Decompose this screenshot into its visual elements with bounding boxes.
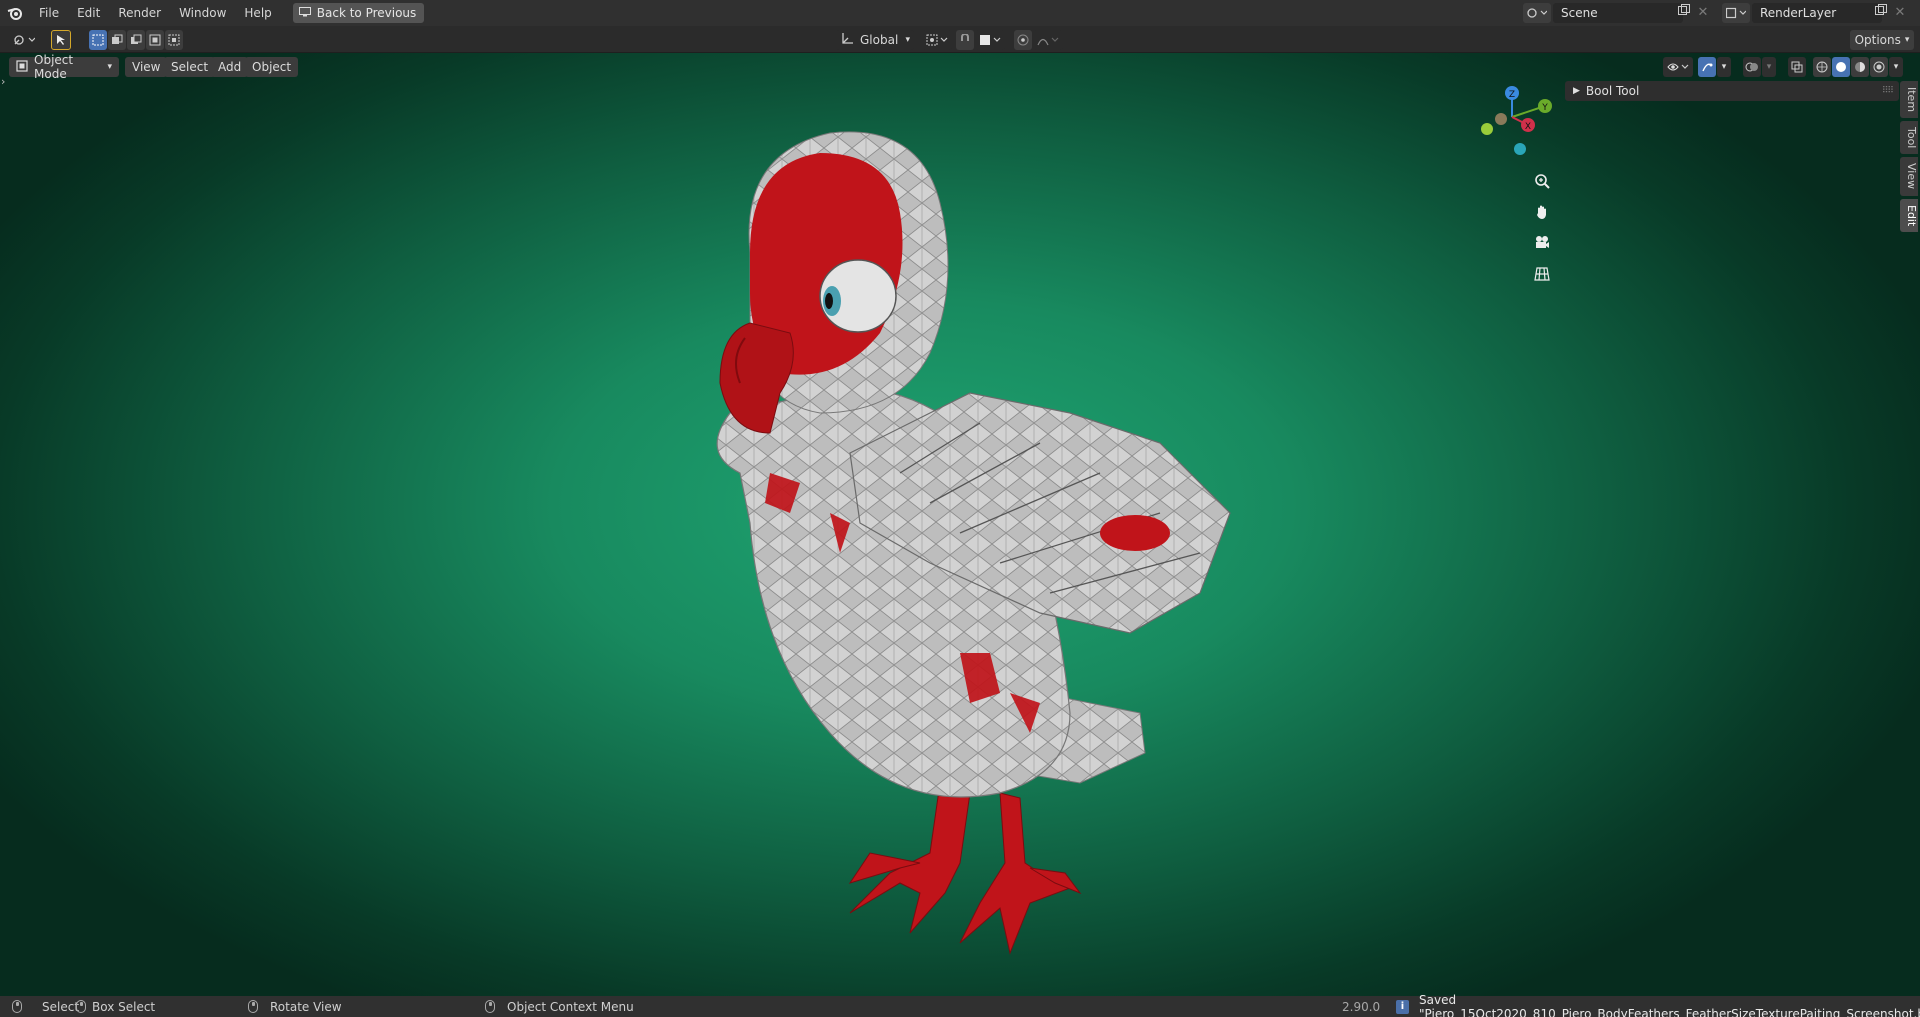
tab-tool[interactable]: Tool: [1900, 121, 1918, 155]
chevron-down-icon: ▾: [905, 35, 910, 45]
overlays-toggle-icon[interactable]: [1743, 57, 1761, 77]
parrot-model[interactable]: [600, 93, 1260, 973]
editor-type-icon[interactable]: [8, 30, 40, 50]
chevron-down-icon: ▾: [1904, 35, 1910, 45]
snap-magnet-icon[interactable]: [956, 30, 974, 50]
pan-hand-icon[interactable]: [1530, 200, 1554, 224]
proportional-falloff-dropdown[interactable]: [1033, 30, 1063, 50]
chevron-down-icon: ▾: [107, 62, 112, 72]
mode-dropdown[interactable]: Object Mode ▾: [9, 53, 119, 81]
view-layer-name-field[interactable]: RenderLayer: [1752, 3, 1882, 23]
chevron-down-icon: ▾: [1766, 62, 1772, 72]
gizmo-z-label: Z: [1509, 90, 1515, 100]
menu-help[interactable]: Help: [235, 0, 280, 26]
shading-dropdown[interactable]: ▾: [1889, 57, 1903, 77]
tab-edit[interactable]: Edit: [1900, 198, 1918, 232]
status-report[interactable]: i Saved "Piero_15Oct2020_810_Piero_BodyF…: [1396, 992, 1920, 1017]
scene-name-field[interactable]: Scene: [1553, 3, 1683, 23]
object-mode-icon: [16, 59, 28, 75]
viewport-menu-view[interactable]: View: [125, 57, 168, 77]
drag-handle-icon[interactable]: ⠿⠿: [1882, 86, 1894, 96]
selection-mode-invert-icon[interactable]: [146, 30, 164, 50]
mouse-drag-icon: [76, 1000, 86, 1013]
status-context-menu-label: Object Context Menu: [507, 999, 634, 1014]
options-dropdown[interactable]: Options ▾: [1850, 30, 1914, 50]
pivot-point-icon[interactable]: [922, 30, 952, 50]
options-label: Options: [1854, 33, 1901, 47]
panel-title: Bool Tool: [1585, 84, 1640, 98]
menu-render[interactable]: Render: [109, 0, 170, 26]
shading-material-icon[interactable]: [1851, 57, 1869, 77]
panel-collapse-triangle-icon: ▶: [1573, 86, 1580, 96]
gizmo-dropdown[interactable]: ▾: [1717, 57, 1731, 77]
back-to-previous-label: Back to Previous: [316, 6, 417, 20]
back-to-previous-button[interactable]: Back to Previous: [292, 3, 425, 23]
menu-edit[interactable]: Edit: [68, 0, 109, 26]
3d-viewport[interactable]: Object Mode ▾ View Select Add Object ▾ ▾…: [0, 53, 1920, 996]
status-box-select-label: Box Select: [92, 999, 156, 1014]
chevron-down-icon: ▾: [1721, 62, 1727, 72]
status-rotate-hint: Rotate View: [248, 996, 342, 1017]
transform-orientation-dropdown[interactable]: Global ▾: [836, 30, 914, 50]
zoom-icon[interactable]: [1530, 169, 1554, 193]
selection-mode-extend-icon[interactable]: [108, 30, 126, 50]
selection-mode-intersect-icon[interactable]: [165, 30, 183, 50]
mouse-middle-icon: [248, 1000, 258, 1013]
camera-view-icon[interactable]: [1530, 230, 1554, 254]
toolbar-expand-icon[interactable]: ›: [1, 75, 5, 88]
remove-view-layer-icon[interactable]: ✕: [1891, 3, 1909, 23]
orientation-label: Global: [860, 33, 899, 47]
shading-wireframe-icon[interactable]: [1813, 57, 1831, 77]
tab-view[interactable]: View: [1900, 157, 1918, 196]
status-select-label: Select: [42, 999, 80, 1014]
new-scene-icon[interactable]: [1675, 3, 1693, 23]
chevron-down-icon: ▾: [1893, 62, 1899, 72]
xray-toggle-icon[interactable]: [1788, 57, 1806, 77]
shading-solid-icon[interactable]: [1832, 57, 1850, 77]
top-menu-bar: File Edit Render Window Help Back to Pre…: [0, 0, 1920, 26]
snap-target-dropdown[interactable]: [975, 30, 1005, 50]
info-icon: i: [1396, 999, 1410, 1014]
viewport-menu-object[interactable]: Object: [245, 57, 299, 77]
status-message: Saved "Piero_15Oct2020_810_Piero_BodyFea…: [1419, 992, 1920, 1017]
status-select-hint: Select: [12, 996, 79, 1017]
bool-tool-panel[interactable]: ▶ Bool Tool ⠿⠿: [1565, 81, 1899, 101]
status-box-select-hint: Box Select: [76, 996, 155, 1017]
status-bar: Select Box Select Rotate View Object Con…: [0, 992, 1920, 1017]
menu-window[interactable]: Window: [170, 0, 235, 26]
shading-rendered-icon[interactable]: [1870, 57, 1888, 77]
navigation-gizmo[interactable]: Z Y X: [1470, 83, 1560, 163]
gizmo-toggle-icon[interactable]: [1698, 57, 1716, 77]
mouse-right-icon: [485, 1000, 495, 1013]
visibility-dropdown[interactable]: [1663, 57, 1693, 77]
remove-scene-icon[interactable]: ✕: [1694, 3, 1712, 23]
view-layer-selector-icon[interactable]: [1722, 3, 1750, 23]
status-rotate-label: Rotate View: [270, 999, 342, 1014]
mouse-left-icon: [12, 1000, 22, 1013]
viewport-menu-add[interactable]: Add: [211, 57, 249, 77]
gizmo-x-label: X: [1525, 122, 1531, 132]
proportional-editing-icon[interactable]: [1014, 30, 1032, 50]
sidebar-tabs: Item Tool View Edit: [1900, 81, 1920, 235]
status-context-menu-hint: Object Context Menu: [485, 996, 634, 1017]
tool-header: Global ▾ Options ▾: [0, 26, 1920, 53]
mode-label: Object Mode: [34, 53, 74, 81]
viewport-menu-select[interactable]: Select: [164, 57, 216, 77]
scene-selector-icon[interactable]: [1523, 3, 1551, 23]
version-label: 2.90.0: [1342, 999, 1381, 1014]
select-tool-icon[interactable]: [51, 30, 71, 50]
screen-icon: [298, 6, 311, 20]
menu-file[interactable]: File: [30, 0, 68, 26]
selection-mode-new-icon[interactable]: [89, 30, 107, 50]
orientation-axes-icon: [840, 32, 854, 49]
new-view-layer-icon[interactable]: [1872, 3, 1890, 23]
blender-logo-icon[interactable]: [0, 0, 30, 26]
selection-mode-subtract-icon[interactable]: [127, 30, 145, 50]
perspective-grid-icon[interactable]: [1530, 262, 1554, 286]
gizmo-y-label: Y: [1541, 103, 1548, 113]
overlays-dropdown[interactable]: ▾: [1762, 57, 1776, 77]
tab-item[interactable]: Item: [1900, 81, 1918, 119]
